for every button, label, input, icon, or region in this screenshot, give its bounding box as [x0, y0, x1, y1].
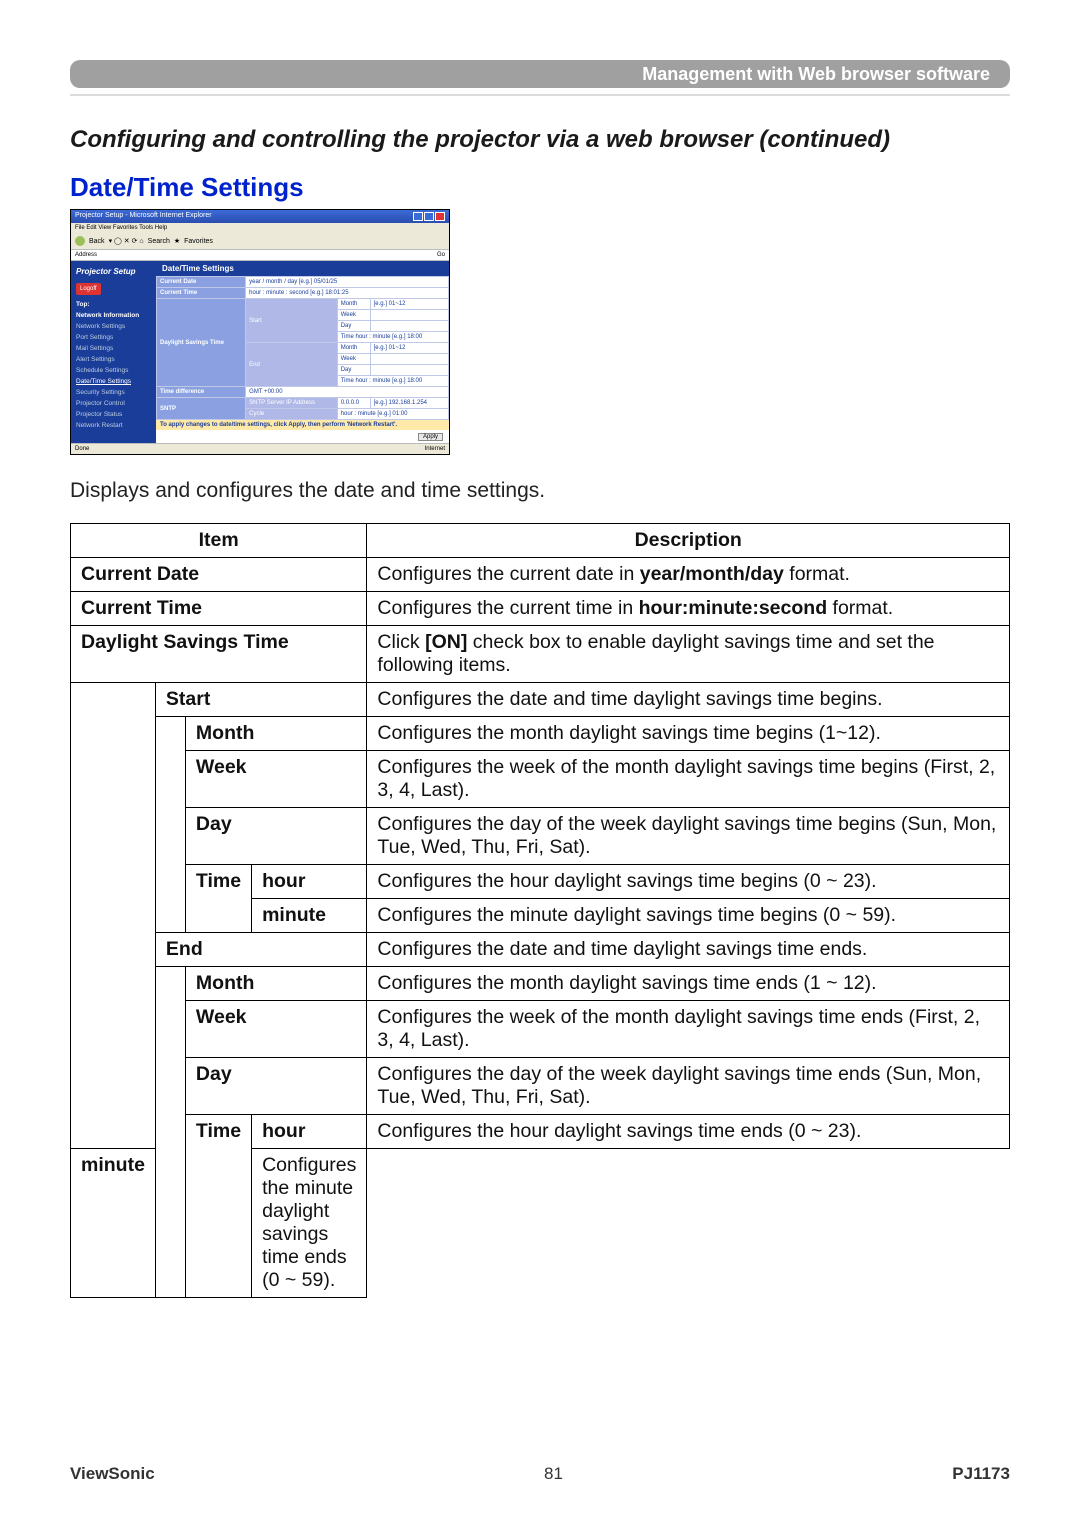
nav-sset: Schedule Settings	[76, 365, 151, 376]
screenshot-statusbar: Done Internet	[71, 443, 449, 454]
screenshot-menubar: File Edit View Favorites Tools Help	[71, 223, 449, 233]
row-dst-desc: Click [ON] check box to enable daylight …	[367, 626, 1010, 683]
row-dst: Daylight Savings Time	[71, 626, 367, 683]
row-end-day-desc: Configures the day of the week daylight …	[367, 1058, 1010, 1115]
row-current-date-desc: Configures the current date in year/mont…	[367, 558, 1010, 592]
row-current-date: Current Date	[71, 558, 367, 592]
nav-ninfo: Network Information	[76, 310, 151, 321]
row-end-hour: hour	[252, 1115, 367, 1149]
th-desc: Description	[367, 524, 1010, 558]
row-start-minute: minute	[252, 899, 367, 933]
row-end-desc: Configures the date and time daylight sa…	[367, 933, 1010, 967]
inet-label: Internet	[425, 446, 445, 452]
screenshot-titlebar: Projector Setup - Microsoft Internet Exp…	[71, 210, 449, 223]
section-heading: Date/Time Settings	[70, 172, 1010, 203]
apply-button: Apply	[418, 433, 443, 441]
nav-top: Top:	[76, 299, 151, 310]
nav-secset: Security Settings	[76, 387, 151, 398]
row-start: Start	[155, 683, 366, 717]
nav-nset: Network Settings	[76, 321, 151, 332]
row-start-hour-desc: Configures the hour daylight savings tim…	[367, 865, 1010, 899]
search-label: Search	[148, 238, 170, 245]
row-start-day-desc: Configures the day of the week daylight …	[367, 808, 1010, 865]
intro-text: Displays and configures the date and tim…	[70, 479, 1010, 503]
divider	[70, 94, 1010, 96]
nav-pset: Port Settings	[76, 332, 151, 343]
nav-dset: Date/Time Settings	[76, 376, 151, 387]
row-current-time-desc: Configures the current time in hour:minu…	[367, 592, 1010, 626]
row-end-week-desc: Configures the week of the month dayligh…	[367, 1001, 1010, 1058]
nav-mset: Mail Settings	[76, 343, 151, 354]
settings-table: Item Description Current Date Configures…	[70, 523, 1010, 1298]
row-start-week: Week	[185, 751, 366, 808]
back-label: Back	[89, 238, 105, 245]
chapter-title: Management with Web browser software	[642, 64, 990, 85]
row-end-week: Week	[185, 1001, 366, 1058]
screenshot-sidebar: Projector Setup Logoff Top: Network Info…	[71, 261, 156, 443]
screenshot-addressbar: Address Go	[71, 250, 449, 261]
nav-pctrl: Projector Control	[76, 398, 151, 409]
footer-page: 81	[544, 1464, 563, 1484]
th-item: Item	[71, 524, 367, 558]
done-label: Done	[75, 446, 89, 452]
row-end-month-desc: Configures the month daylight savings ti…	[367, 967, 1010, 1001]
footer-brand: ViewSonic	[70, 1464, 155, 1484]
page-title: Configuring and controlling the projecto…	[70, 126, 1010, 154]
screenshot-title: Projector Setup - Microsoft Internet Exp…	[75, 212, 212, 221]
row-start-month: Month	[185, 717, 366, 751]
panel-heading: Date/Time Settings	[156, 261, 449, 276]
fav-label: Favorites	[184, 238, 213, 245]
row-start-week-desc: Configures the week of the month dayligh…	[367, 751, 1010, 808]
screenshot-main: Date/Time Settings Current Dateyear / mo…	[156, 261, 449, 443]
sidebar-heading: Projector Setup	[76, 265, 151, 279]
row-end-minute-desc: Configures the minute daylight savings t…	[252, 1149, 367, 1298]
row-end: End	[155, 933, 366, 967]
window-buttons	[413, 212, 445, 221]
nav-nrest: Network Restart	[76, 420, 151, 431]
row-start-minute-desc: Configures the minute daylight savings t…	[367, 899, 1010, 933]
footer-model: PJ1173	[952, 1464, 1010, 1484]
chapter-bar: Management with Web browser software	[70, 60, 1010, 88]
screenshot-toolbar: Back ▾ ◯ ✕ ⟳ ⌂ Search ★ Favorites	[71, 233, 449, 250]
row-end-month: Month	[185, 967, 366, 1001]
logoff-button: Logoff	[76, 283, 101, 295]
page-footer: ViewSonic 81 PJ1173	[70, 1464, 1010, 1484]
row-start-hour: hour	[252, 865, 367, 899]
row-current-time: Current Time	[71, 592, 367, 626]
go-label: Go	[437, 252, 445, 258]
nav-aset: Alert Settings	[76, 354, 151, 365]
row-end-minute: minute	[71, 1149, 156, 1298]
embedded-screenshot: Projector Setup - Microsoft Internet Exp…	[70, 209, 450, 455]
row-end-hour-desc: Configures the hour daylight savings tim…	[367, 1115, 1010, 1149]
apply-note: To apply changes to date/time settings, …	[156, 420, 449, 430]
row-end-day: Day	[185, 1058, 366, 1115]
document-page: Management with Web browser software Con…	[0, 0, 1080, 1532]
addr-label: Address	[75, 252, 97, 258]
row-start-time: Time	[185, 865, 251, 933]
row-start-day: Day	[185, 808, 366, 865]
nav-pstat: Projector Status	[76, 409, 151, 420]
row-start-month-desc: Configures the month daylight savings ti…	[367, 717, 1010, 751]
row-end-time: Time	[185, 1115, 251, 1298]
back-icon	[75, 236, 85, 246]
row-start-desc: Configures the date and time daylight sa…	[367, 683, 1010, 717]
